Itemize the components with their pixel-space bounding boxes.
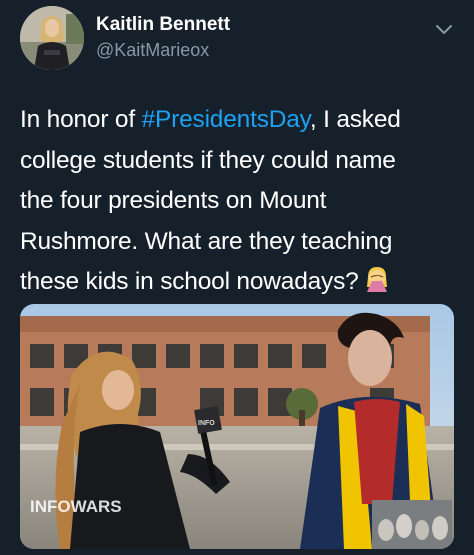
tweet-text-line: these kids in school nowadays? [20,262,460,307]
tweet-media-image[interactable]: INFO INFOWARS [20,304,454,549]
avatar[interactable] [20,6,84,70]
tweet-card[interactable]: Kaitlin Bennett @KaitMarieox In honor of… [0,0,474,555]
chevron-down-icon[interactable] [434,22,454,38]
infowars-watermark: INFOWARS [30,497,122,516]
tweet-text-line: college students if they could name [20,146,396,174]
svg-text:INFO: INFO [198,420,215,427]
tweet-text-line: In honor of #PresidentsDay, I asked [20,106,401,133]
author-name[interactable]: Kaitlin Bennett [96,14,230,36]
author-handle[interactable]: @KaitMarieox [96,40,209,61]
face-palm-emoji-icon [363,265,391,307]
tweet-text: In honor of #PresidentsDay, I asked coll… [20,100,460,307]
tweet-text-line: Rushmore. What are they teaching [20,227,393,255]
tweet-text-line: the four presidents on Mount [20,187,327,215]
hashtag-link[interactable]: #PresidentsDay [142,106,311,133]
